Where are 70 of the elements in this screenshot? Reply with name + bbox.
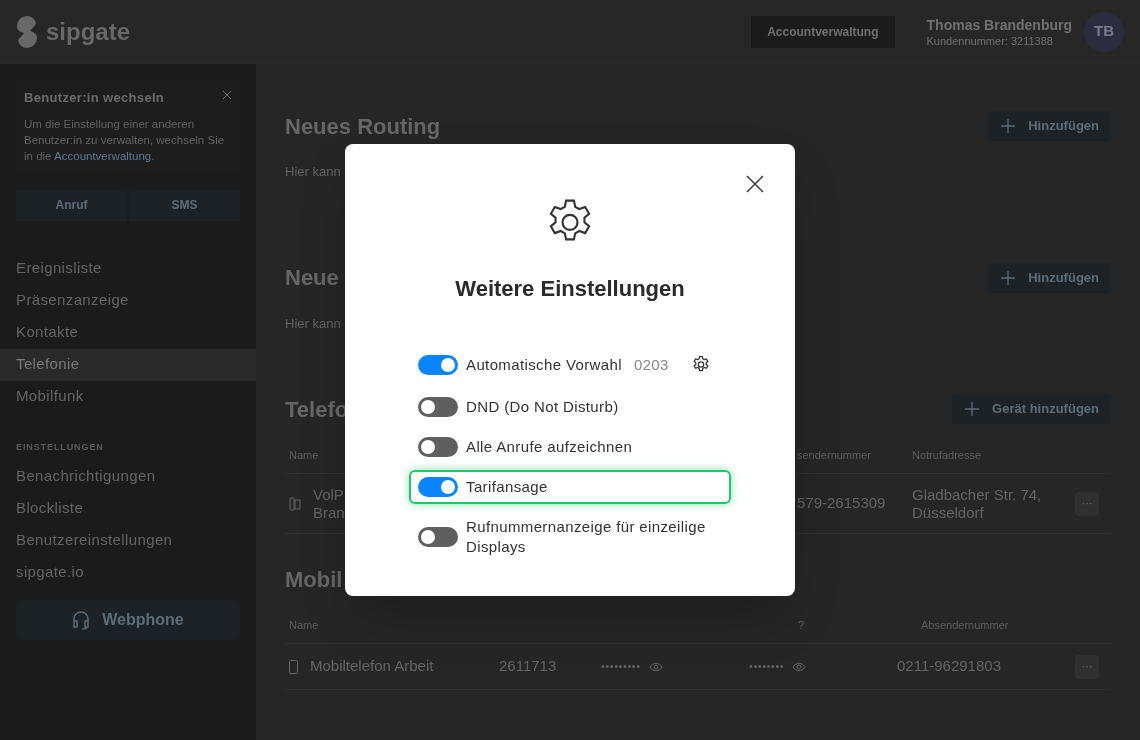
setting-label: Tarifansage <box>466 476 548 497</box>
headset-icon <box>72 610 91 630</box>
action-button[interactable]: SMS <box>129 189 240 221</box>
setting-row[interactable]: Automatische Vorwahl 0203 <box>409 347 731 384</box>
add-button[interactable]: Gerät hinzufügen <box>952 394 1111 424</box>
column-header: Notrufadresse <box>912 448 983 464</box>
sidebar-item[interactable]: Telefonie <box>0 348 256 381</box>
toggle-switch[interactable] <box>418 526 458 547</box>
plus-icon <box>964 401 981 417</box>
sidebar-item[interactable]: Benutzereinstellungen <box>0 524 256 556</box>
setting-label: Rufnummernanzeige für einzeilige Displays <box>466 516 707 557</box>
column-header: Absendernummer <box>921 618 1010 634</box>
section-heading: Mobil <box>285 565 343 594</box>
card-title: Benutzer:in wechseln <box>24 89 165 107</box>
setting-label: Automatische Vorwahl <box>466 355 622 376</box>
more-button[interactable]: ··· <box>1075 491 1099 516</box>
section-text: Hier kann <box>285 314 342 333</box>
focused-setting-row[interactable]: Tarifansage <box>409 469 731 504</box>
device-name: Mobiltelefon Arbeit <box>310 656 434 677</box>
device-name: VolP <box>313 485 345 504</box>
desk-phone-icon <box>289 496 301 511</box>
masked-value: •••••••• <box>749 659 785 675</box>
toggle-switch[interactable] <box>418 436 458 457</box>
masked-value: ••••••••• <box>601 659 641 675</box>
logo-text: sipgate <box>46 16 131 47</box>
section-heading: Neues Routing <box>285 112 441 141</box>
setting-label: Alle Anrufe aufzeichnen <box>466 436 633 457</box>
action-button[interactable]: Anruf <box>16 189 127 221</box>
add-button[interactable]: Hinzufügen <box>988 111 1111 141</box>
section-heading: EINSTELLUNGEN <box>15 440 105 454</box>
sidebar-item[interactable]: Blockliste <box>0 492 256 524</box>
section-text: Hier kann <box>285 163 342 181</box>
sidebar-item[interactable]: sipgate.io <box>0 556 256 588</box>
table-cell-text: 2611713 <box>499 656 558 677</box>
table-cell-text: Gladbacher Str. 74, Düsseldorf <box>912 485 1043 522</box>
column-header: ? <box>797 618 806 634</box>
account-management-button[interactable]: Accountverwaltung <box>751 15 895 48</box>
sidebar-item[interactable]: Benachrichtigungen <box>0 460 256 492</box>
setting-label: DND (Do Not Disturb) <box>466 396 619 417</box>
sidebar-item[interactable]: Kontakte <box>0 316 256 349</box>
customer-number: Kundennummer: 3211388 <box>926 33 1054 48</box>
mobile-phone-icon <box>289 659 298 674</box>
user-name: Thomas Brandenburg <box>926 15 1072 34</box>
setting-row[interactable]: Alle Anrufe aufzeichnen <box>409 429 731 464</box>
plus-icon <box>1000 269 1017 286</box>
webphone-button[interactable]: Webphone <box>16 600 240 640</box>
sidebar-item[interactable]: Präsenzanzeige <box>0 284 256 317</box>
card-text: Um die Einstellung einer anderen Benutzer:in zu verwalten, wechseln Sie in die Accountverwaltung. <box>24 116 226 164</box>
sidebar-item[interactable]: Mobilfunk <box>0 380 256 413</box>
column-header: Name <box>289 448 320 464</box>
add-button[interactable]: Hinzufügen <box>988 262 1111 293</box>
section-heading: Neue <box>285 264 339 292</box>
plus-icon <box>1000 118 1017 134</box>
logo-icon <box>16 14 38 49</box>
setting-value: 0203 <box>633 355 669 375</box>
toggle-switch[interactable] <box>418 355 458 376</box>
section-heading: Telefo <box>285 395 349 424</box>
sidebar-item[interactable]: Ereignisliste <box>0 252 256 285</box>
avatar[interactable]: TB <box>1084 11 1124 52</box>
dialog-title: Weitere Einstellungen <box>455 275 685 303</box>
setting-row[interactable]: DND (Do Not Disturb) <box>409 389 731 424</box>
setting-row[interactable]: Rufnummernanzeige für einzeilige Displays <box>409 509 731 564</box>
table-cell-text: 0211-96291803 <box>897 656 1002 677</box>
toggle-switch[interactable] <box>418 396 458 417</box>
toggle-switch[interactable] <box>418 476 458 497</box>
device-name: Bran <box>313 503 345 522</box>
column-header: Name <box>289 618 320 634</box>
more-button[interactable]: ··· <box>1075 654 1099 679</box>
close-icon[interactable] <box>746 175 764 193</box>
table-cell-text: 579-2615309 <box>797 493 887 514</box>
